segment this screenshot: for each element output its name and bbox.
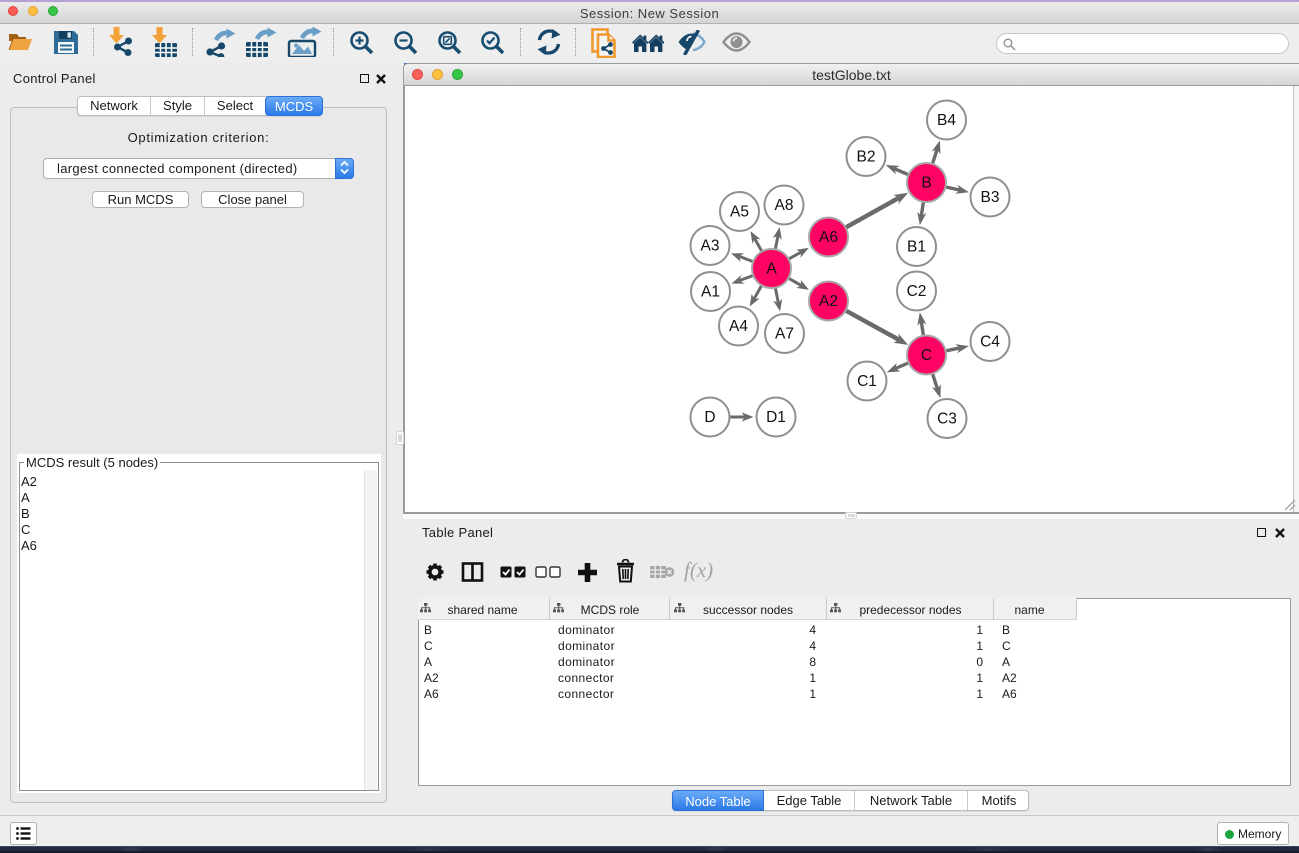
svg-text:C: C xyxy=(921,347,932,364)
svg-text:A6: A6 xyxy=(819,229,838,246)
svg-text:A3: A3 xyxy=(701,238,720,255)
svg-text:C4: C4 xyxy=(980,334,1000,351)
svg-text:A7: A7 xyxy=(775,326,794,343)
svg-text:A8: A8 xyxy=(775,197,794,214)
svg-text:C1: C1 xyxy=(857,373,877,390)
svg-text:B2: B2 xyxy=(857,149,876,166)
svg-text:B3: B3 xyxy=(981,189,1000,206)
svg-text:A4: A4 xyxy=(729,318,748,335)
svg-text:D1: D1 xyxy=(766,409,786,426)
svg-text:A2: A2 xyxy=(819,293,838,310)
svg-text:B1: B1 xyxy=(907,239,926,256)
svg-text:A1: A1 xyxy=(701,284,720,301)
svg-text:C2: C2 xyxy=(907,283,927,300)
svg-text:A: A xyxy=(766,261,777,278)
svg-text:D: D xyxy=(704,409,715,426)
svg-text:B4: B4 xyxy=(937,112,956,129)
svg-text:B: B xyxy=(921,175,931,192)
svg-text:A5: A5 xyxy=(730,204,749,221)
svg-text:C3: C3 xyxy=(937,411,957,428)
